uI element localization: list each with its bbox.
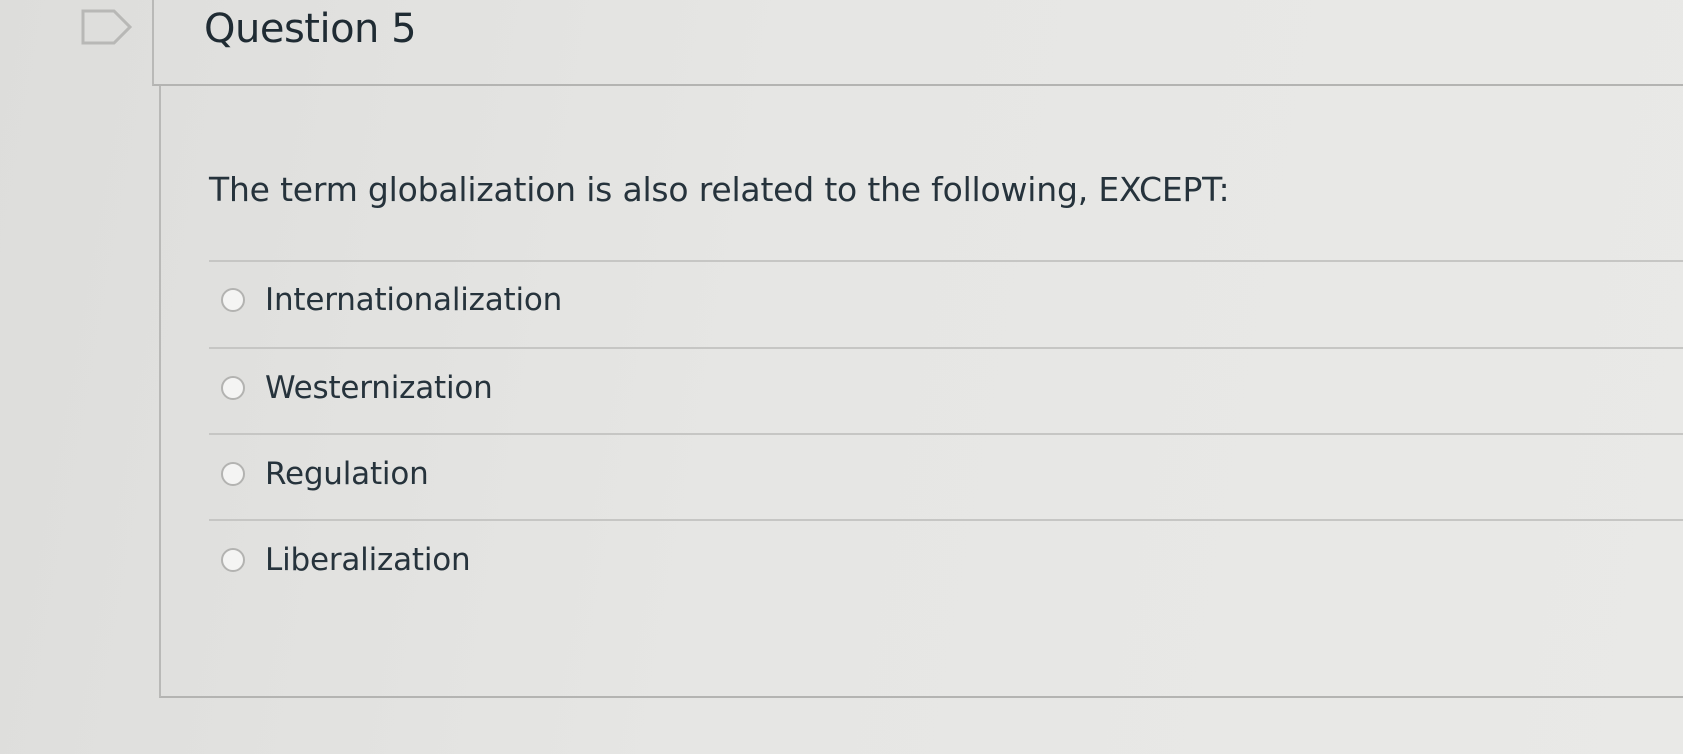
- answer-label: Westernization: [265, 370, 493, 406]
- quiz-page: Question 5 The term globalization is als…: [0, 0, 1683, 754]
- question-body: The term globalization is also related t…: [159, 86, 1683, 698]
- question-header: Question 5: [152, 0, 1683, 86]
- answer-option-westernization[interactable]: Westernization: [221, 363, 493, 413]
- answer-divider: [209, 347, 1683, 349]
- radio-unchecked-icon[interactable]: [221, 548, 245, 572]
- question-title: Question 5: [204, 6, 417, 52]
- answer-option-internationalization[interactable]: Internationalization: [221, 275, 562, 325]
- radio-unchecked-icon[interactable]: [221, 288, 245, 312]
- answer-option-regulation[interactable]: Regulation: [221, 449, 429, 499]
- answer-label: Internationalization: [265, 282, 563, 318]
- answer-option-liberalization[interactable]: Liberalization: [221, 535, 471, 585]
- radio-unchecked-icon[interactable]: [221, 462, 245, 486]
- answer-divider: [209, 519, 1683, 521]
- radio-unchecked-icon[interactable]: [221, 376, 245, 400]
- question-text: The term globalization is also related t…: [209, 170, 1230, 209]
- answer-label: Liberalization: [265, 542, 471, 578]
- answer-divider: [209, 433, 1683, 435]
- flag-question-icon[interactable]: [80, 8, 136, 46]
- answer-divider: [209, 260, 1683, 262]
- answer-label: Regulation: [265, 456, 429, 492]
